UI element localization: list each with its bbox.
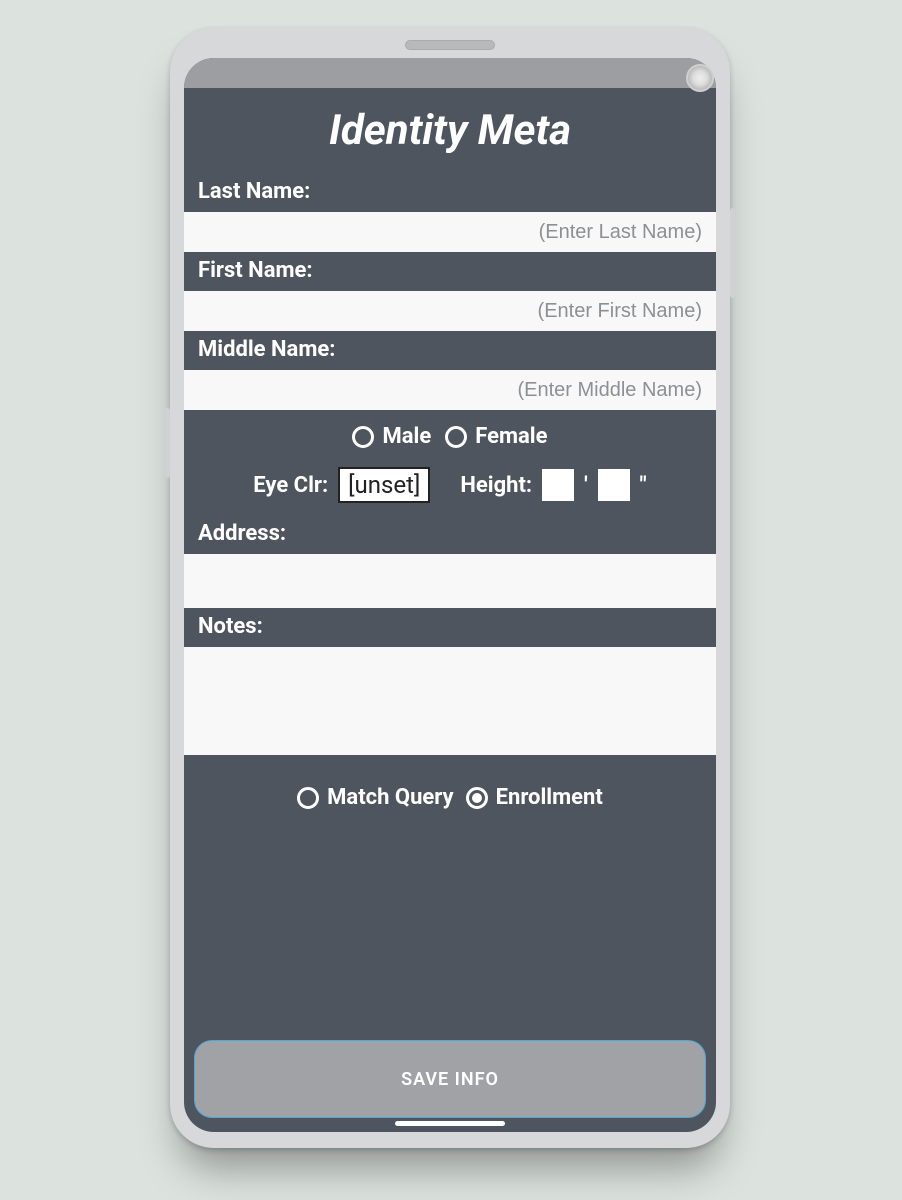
address-label: Address:	[184, 515, 716, 554]
first-name-label: First Name:	[184, 252, 716, 291]
page-title: Identity Meta	[184, 88, 716, 173]
mode-radio-group: Match Query Enrollment	[184, 755, 716, 830]
last-name-label: Last Name:	[184, 173, 716, 212]
app-screen: Identity Meta Last Name: First Name: Mid…	[184, 58, 716, 1132]
height-label: Height:	[460, 473, 532, 498]
notes-input[interactable]	[184, 647, 716, 755]
attributes-row: Eye Clr: [unset] Height: ' "	[184, 461, 716, 515]
feet-mark: '	[584, 473, 588, 498]
radio-icon	[352, 426, 374, 448]
height-feet-input[interactable]	[542, 469, 574, 501]
eye-color-select[interactable]: [unset]	[338, 467, 430, 503]
middle-name-label: Middle Name:	[184, 331, 716, 370]
radio-icon	[466, 787, 488, 809]
radio-icon	[297, 787, 319, 809]
first-name-input[interactable]	[184, 291, 716, 331]
status-bar	[184, 58, 716, 88]
eye-color-label: Eye Clr:	[253, 473, 328, 498]
height-inches-input[interactable]	[598, 469, 630, 501]
save-button-label: SAVE INFO	[401, 1069, 499, 1090]
home-indicator[interactable]	[395, 1121, 505, 1126]
phone-speaker	[405, 40, 495, 50]
gender-female-option[interactable]: Female	[445, 424, 547, 449]
radio-icon	[445, 426, 467, 448]
mode-match-label: Match Query	[327, 785, 453, 810]
gender-radio-group: Male Female	[184, 410, 716, 461]
gender-male-label: Male	[382, 424, 431, 449]
mode-enroll-option[interactable]: Enrollment	[466, 785, 603, 810]
gender-male-option[interactable]: Male	[352, 424, 431, 449]
front-camera	[686, 64, 714, 92]
mode-match-option[interactable]: Match Query	[297, 785, 453, 810]
address-input[interactable]	[184, 554, 716, 608]
save-button[interactable]: SAVE INFO	[194, 1040, 706, 1118]
last-name-input[interactable]	[184, 212, 716, 252]
middle-name-input[interactable]	[184, 370, 716, 410]
notes-label: Notes:	[184, 608, 716, 647]
inches-mark: "	[640, 473, 647, 498]
identity-form: Last Name: First Name: Middle Name: Male…	[184, 173, 716, 1132]
gender-female-label: Female	[475, 424, 547, 449]
phone-frame: Identity Meta Last Name: First Name: Mid…	[170, 28, 730, 1148]
mode-enroll-label: Enrollment	[496, 785, 603, 810]
